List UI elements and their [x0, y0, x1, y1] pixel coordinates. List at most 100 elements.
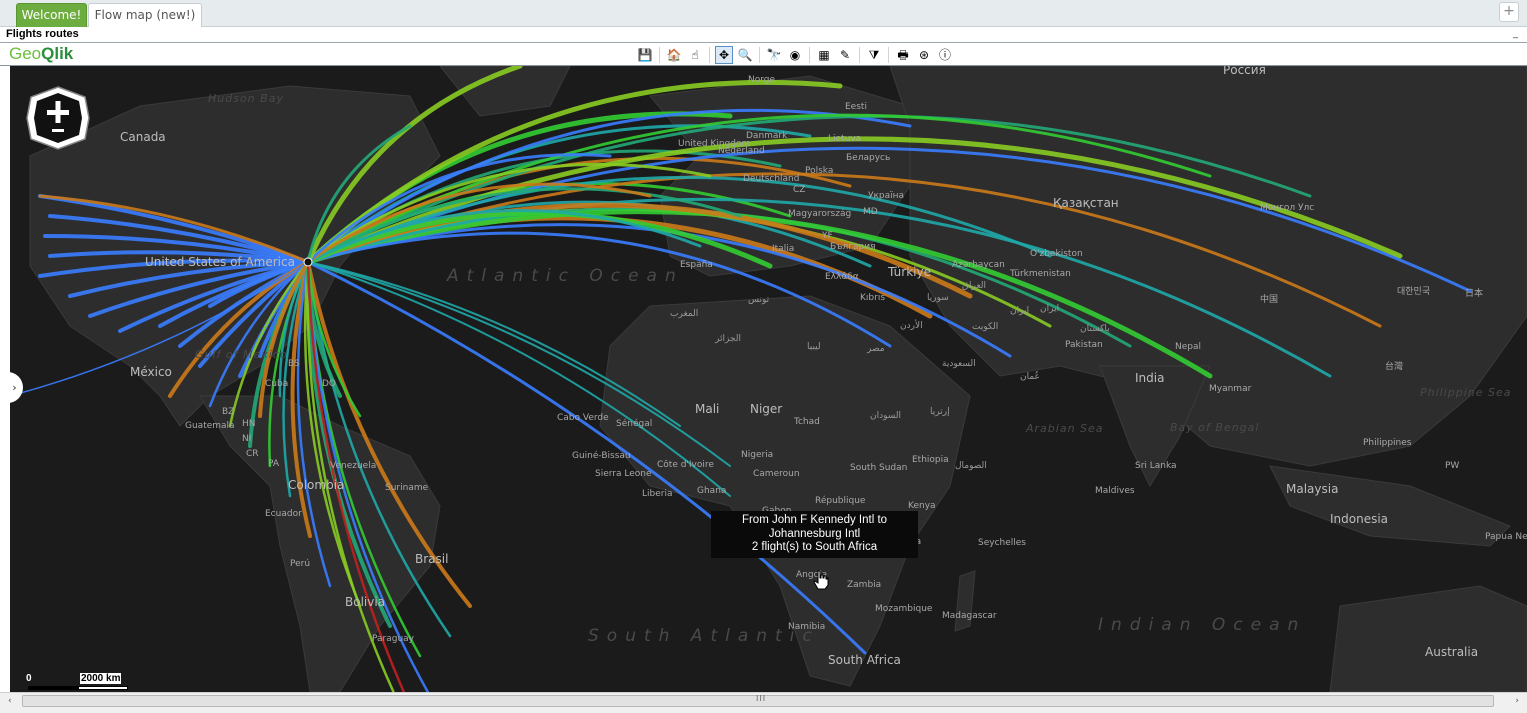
circle-select-icon[interactable]: ◉: [786, 46, 804, 64]
country-label: Pakistan: [1065, 340, 1103, 350]
help-lifebuoy-icon[interactable]: ⊛: [915, 46, 933, 64]
country-label: 台灣: [1385, 360, 1403, 372]
save-icon[interactable]: 💾: [636, 46, 654, 64]
country-label: Sierra Leone: [595, 469, 652, 479]
country-label: عُمان: [1020, 371, 1040, 382]
sheet-title: Flights routes: [6, 28, 79, 40]
country-label: Deutschland: [743, 174, 799, 184]
minimize-icon[interactable]: _: [1513, 28, 1523, 40]
country-label: Россия: [1223, 66, 1266, 77]
scroll-thumb[interactable]: III: [22, 694, 1494, 707]
zoom-control[interactable]: [25, 85, 91, 151]
country-label: DO: [322, 379, 336, 389]
lasso-icon[interactable]: ✎: [836, 46, 854, 64]
country-label: Mali: [695, 402, 719, 416]
country-label: Maldives: [1095, 486, 1135, 496]
country-label: България: [830, 242, 876, 252]
country-label: O'zbekiston: [1030, 249, 1083, 259]
country-label: Niger: [750, 402, 782, 416]
select-icon[interactable]: ☝: [686, 46, 704, 64]
country-label: تونس: [748, 295, 770, 305]
clear-filter-icon[interactable]: ⧩: [865, 46, 883, 64]
country-label: Madagascar: [942, 611, 997, 621]
country-label: Zambia: [847, 580, 881, 590]
country-label: Guiné-Bissau: [572, 450, 631, 461]
country-label: Lietuva: [828, 134, 861, 144]
scroll-left-icon[interactable]: ‹: [8, 696, 12, 706]
tab-flow-map[interactable]: Flow map (new!): [88, 3, 202, 27]
rect-select-icon[interactable]: ▦: [815, 46, 833, 64]
country-label: India: [1135, 371, 1164, 385]
binoculars-icon[interactable]: 🔭: [765, 46, 783, 64]
country-label: Papua New Guinea: [1485, 532, 1527, 542]
country-label: السودان: [870, 411, 901, 421]
country-label: Eesti: [845, 102, 867, 112]
country-label: Azərbaycan: [952, 260, 1005, 270]
country-label: Mozambique: [875, 604, 933, 614]
country-label: Sénégal: [616, 418, 652, 429]
country-label: PA: [268, 459, 280, 469]
country-label: NI: [242, 434, 251, 444]
country-label: 中国: [1260, 293, 1278, 305]
country-label: Ethiopia: [912, 455, 949, 465]
country-label: République: [815, 495, 866, 506]
print-icon[interactable]: 🖶: [894, 46, 912, 64]
water-label: Atlantic Ocean: [446, 266, 684, 286]
country-label: Kıbrıs: [860, 293, 885, 303]
water-label: Bay of Bengal: [1170, 421, 1259, 434]
add-tab-button[interactable]: +: [1499, 2, 1519, 22]
flow-map[interactable]: Canada United States of America México Cuba…: [10, 66, 1527, 692]
info-icon[interactable]: ⓘ: [936, 46, 954, 64]
country-label: CR: [246, 449, 259, 459]
country-label: Ecuador: [265, 509, 302, 519]
country-label: United States of America: [145, 255, 295, 269]
map-toolbar: GeoQlik 💾 🏠 ☝ ✥ 🔍 🔭 ◉ ▦ ✎ ⧩ 🖶 ⊛ ⓘ: [0, 44, 1527, 66]
country-label: Cuba: [265, 379, 288, 389]
country-label: PW: [1445, 461, 1459, 471]
country-label: Perú: [290, 559, 310, 569]
country-label: HN: [242, 419, 256, 429]
country-label: Seychelles: [978, 538, 1026, 548]
hub-marker-jfk[interactable]: [303, 257, 313, 267]
country-label: Nigeria: [741, 450, 773, 460]
country-label: Venezuela: [330, 461, 376, 471]
country-label: Kenya: [908, 501, 936, 511]
country-label: Côte d'Ivoire: [657, 459, 714, 470]
country-label: Беларусь: [846, 153, 890, 163]
pan-icon[interactable]: ✥: [715, 46, 733, 64]
country-label: مصر: [866, 344, 885, 354]
country-label: العراق: [962, 281, 986, 291]
horizontal-scrollbar[interactable]: ‹ III ›: [0, 692, 1527, 713]
country-label: السعودية: [942, 359, 976, 369]
country-label: Sri Lanka: [1135, 461, 1177, 471]
tab-welcome[interactable]: Welcome!: [16, 3, 87, 27]
country-label: Norge: [748, 75, 775, 85]
country-label: Україна: [868, 191, 904, 201]
country-label: Türkiye: [887, 265, 931, 279]
water-label: Arabian Sea: [1025, 422, 1104, 435]
hand-cursor-icon: [813, 570, 829, 590]
country-label: Danmark: [746, 131, 788, 141]
country-label: BS: [288, 359, 300, 369]
country-label: Canada: [120, 130, 166, 144]
scale-zero-label: 0: [26, 673, 32, 684]
country-label: Paraguay: [372, 634, 415, 644]
map-canvas[interactable]: Canada United States of America México Cuba…: [10, 66, 1527, 692]
country-label: South Sudan: [850, 463, 907, 473]
scale-distance-label: 2000 km: [80, 673, 122, 684]
country-label: الجزائر: [714, 334, 741, 344]
country-label: Magyarország: [788, 209, 851, 219]
zoom-icon[interactable]: 🔍: [736, 46, 754, 64]
scroll-right-icon[interactable]: ›: [1515, 696, 1519, 706]
home-icon[interactable]: 🏠: [665, 46, 683, 64]
country-label: 日本: [1465, 287, 1483, 299]
country-label: Polska: [805, 166, 833, 176]
country-label: إرتريا: [930, 407, 950, 417]
water-label: South Atlantic: [588, 626, 820, 646]
water-label: Gulf of Mexico: [195, 348, 288, 361]
toolbar-tools: 💾 🏠 ☝ ✥ 🔍 🔭 ◉ ▦ ✎ ⧩ 🖶 ⊛ ⓘ: [636, 46, 954, 64]
country-label: Liberia: [642, 489, 672, 499]
country-label: Indonesia: [1330, 512, 1388, 526]
country-label: South Africa: [828, 653, 901, 667]
water-label: Philippine Sea: [1420, 386, 1512, 399]
